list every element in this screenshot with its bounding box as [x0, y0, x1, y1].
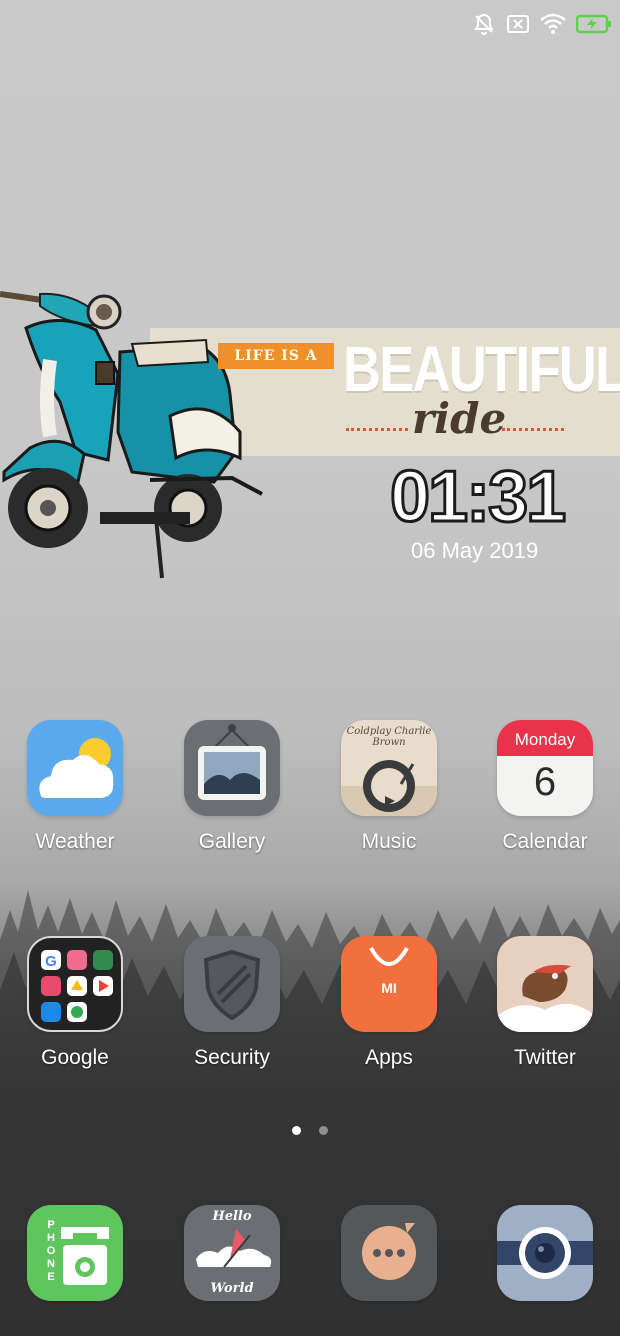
google-folder-icon: G	[27, 936, 123, 1032]
app-label: Music	[361, 830, 417, 853]
dock-camera[interactable]	[480, 1205, 610, 1301]
app-twitter[interactable]: Twitter	[480, 936, 610, 1070]
status-bar	[472, 0, 620, 48]
weather-icon	[27, 720, 123, 816]
app-label: Google	[41, 1046, 109, 1069]
dock-browser[interactable]: Hello World	[167, 1205, 297, 1301]
app-music[interactable]: Coldplay Charlie Brown Music	[324, 720, 454, 854]
app-gallery[interactable]: Gallery	[167, 720, 297, 854]
calendar-day-number: 6	[533, 760, 557, 804]
clock-date[interactable]: 06 May 2019	[411, 538, 538, 564]
app-mi-apps[interactable]: MI Apps	[324, 936, 454, 1070]
music-icon: Coldplay Charlie Brown	[341, 720, 437, 816]
scooter-illustration	[0, 291, 263, 579]
page-dot-2[interactable]	[319, 1126, 328, 1135]
phone-icon: PHONE	[27, 1205, 123, 1301]
browser-bottom-text: World	[210, 1281, 254, 1296]
app-label: Calendar	[502, 830, 588, 853]
app-calendar[interactable]: Monday 6 Calendar	[480, 720, 610, 854]
app-security[interactable]: Security	[167, 936, 297, 1070]
security-shield-icon	[184, 936, 280, 1032]
app-label: Apps	[365, 1046, 413, 1069]
folder-google[interactable]: G Google	[10, 936, 140, 1070]
widget-tag: LIFE IS A	[218, 343, 334, 369]
camera-icon	[497, 1205, 593, 1301]
mi-apps-icon: MI	[341, 936, 437, 1032]
app-label: Weather	[35, 830, 115, 853]
app-weather[interactable]: Weather	[10, 720, 140, 854]
divider-dots-right	[502, 428, 564, 431]
twitter-bird-icon	[497, 936, 593, 1032]
svg-text:G: G	[45, 953, 57, 970]
page-indicator	[0, 1126, 620, 1135]
messaging-icon	[341, 1205, 437, 1301]
calendar-day-name: Monday	[497, 720, 593, 756]
calendar-icon: Monday 6	[497, 720, 593, 816]
gallery-icon	[184, 720, 280, 816]
dock-phone[interactable]: PHONE	[10, 1205, 140, 1301]
browser-icon: Hello World	[184, 1205, 280, 1301]
wifi-icon	[540, 13, 566, 35]
battery-charging-icon	[576, 14, 612, 34]
mi-logo: MI	[381, 980, 397, 996]
app-label: Security	[194, 1046, 270, 1069]
app-label: Gallery	[198, 830, 266, 853]
sim-off-icon	[506, 14, 530, 34]
app-label: Twitter	[514, 1046, 576, 1069]
dock-messaging[interactable]	[324, 1205, 454, 1301]
page-dot-1[interactable]	[292, 1126, 301, 1135]
divider-dots-left	[346, 428, 408, 431]
mute-icon	[472, 12, 496, 36]
widget-script: ride	[412, 394, 507, 443]
clock-time[interactable]: 01:31	[388, 456, 567, 539]
